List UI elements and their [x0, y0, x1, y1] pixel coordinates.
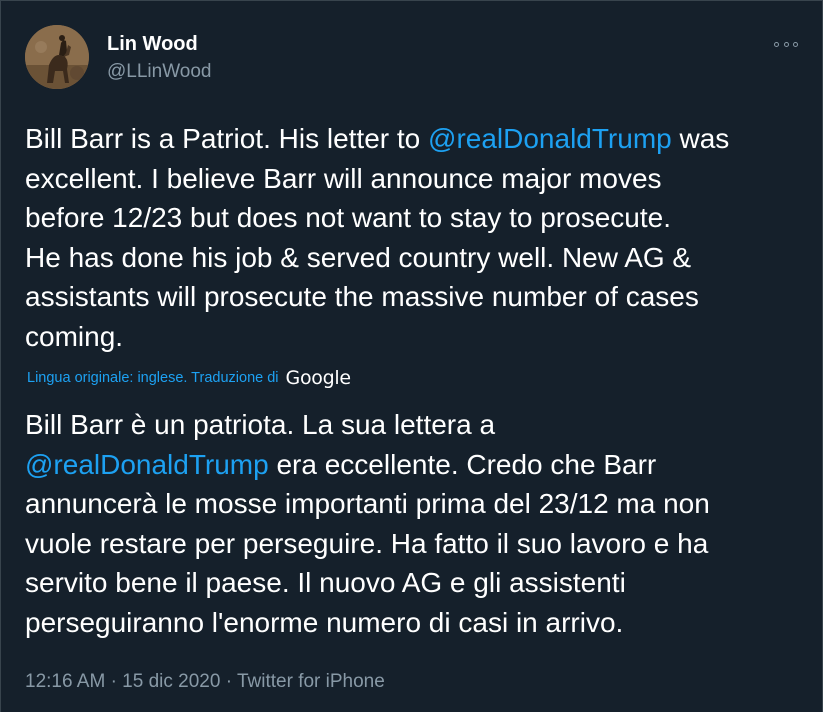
author-name[interactable]: Lin Wood [107, 33, 198, 56]
meta-separator: · [225, 671, 233, 692]
translation-note-text: Lingua originale: inglese. Traduzione di [27, 370, 279, 386]
tweet-time[interactable]: 12:16 AM [25, 671, 105, 692]
tweet-source[interactable]: Twitter for iPhone [237, 671, 385, 692]
avatar[interactable] [25, 25, 89, 89]
tweet-line: Bill Barr is a Patriot. His letter to @r… [25, 123, 730, 154]
mention-link[interactable]: @realDonaldTrump [428, 123, 672, 154]
tweet-line: vuole restare per perseguire. Ha fatto i… [25, 527, 709, 559]
tweet-line: coming. [25, 320, 124, 352]
tweet-line: before 12/23 but does not want to stay t… [25, 202, 671, 233]
author-handle[interactable]: @LLinWood [107, 61, 212, 83]
more-options-icon[interactable] [774, 37, 798, 51]
tweet-line: excellent. I believe Barr will announce … [25, 162, 662, 194]
mention-link[interactable]: @realDonaldTrump [25, 449, 269, 480]
tweet-card: Lin Wood @LLinWood Bill Barr is a Patrio… [0, 0, 823, 712]
avatar-image [25, 25, 89, 89]
more-dot-icon [793, 41, 798, 47]
tweet-original-text: Bill Barr is a Patriot. His letter to @r… [25, 119, 815, 356]
tweet-line: annuncerà le mosse importanti prima del … [25, 488, 710, 519]
google-logo[interactable]: Google [286, 367, 352, 389]
tweet-line: assistants will prosecute the massive nu… [25, 281, 699, 312]
tweet-line: perseguiranno l'enorme numero di casi in… [25, 606, 624, 638]
tweet-metadata: 12:16 AM · 15 dic 2020 · Twitter for iPh… [25, 671, 385, 693]
meta-separator: · [110, 671, 117, 692]
tweet-date[interactable]: 15 dic 2020 [122, 671, 220, 692]
more-dot-icon [783, 41, 789, 47]
tweet-line: @realDonaldTrump era eccellente. Credo c… [25, 448, 657, 480]
translation-attribution: Lingua originale: inglese. Traduzione di… [27, 367, 351, 389]
tweet-line: He has done his job & served country wel… [25, 241, 692, 273]
tweet-translated-text: Bill Barr è un patriota. La sua lettera … [25, 405, 815, 642]
tweet-line: Bill Barr è un patriota. La sua lettera … [25, 409, 496, 440]
tweet-header: Lin Wood @LLinWood [25, 25, 798, 91]
tweet-line: servito bene il paese. Il nuovo AG e gli… [25, 567, 626, 598]
more-dot-icon [774, 41, 779, 47]
